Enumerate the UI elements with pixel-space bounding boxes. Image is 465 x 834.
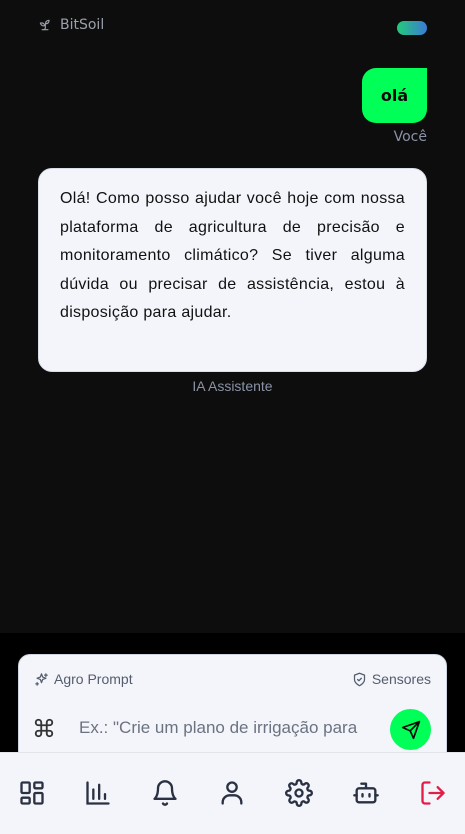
bottom-navigation <box>0 752 465 834</box>
nav-analytics[interactable] <box>83 778 113 808</box>
prompt-input[interactable] <box>79 713 369 743</box>
nav-assistant[interactable] <box>351 778 381 808</box>
brand-name: BitSoil <box>60 17 105 33</box>
send-button[interactable] <box>390 709 431 750</box>
top-bar: BitSoil <box>0 0 465 56</box>
sparkles-icon <box>35 672 48 686</box>
user-message-bubble: olá <box>362 68 427 123</box>
agro-prompt-label: Agro Prompt <box>54 671 133 687</box>
command-icon <box>34 718 54 738</box>
assistant-message-bubble: Olá! Como posso ajudar você hoje com nos… <box>38 168 427 372</box>
bot-icon <box>353 782 379 804</box>
dashboard-icon <box>20 781 44 805</box>
assistant-message-text: Olá! Como posso ajudar você hoje com nos… <box>60 190 405 321</box>
shield-check-icon <box>353 672 365 686</box>
nav-dashboard[interactable] <box>17 778 47 808</box>
nav-settings[interactable] <box>284 778 314 808</box>
sprout-icon <box>39 19 50 31</box>
user-sender-label: Você <box>393 129 427 145</box>
bell-icon <box>153 780 177 806</box>
composer: Agro Prompt Sensores <box>18 654 447 766</box>
user-icon <box>221 781 243 805</box>
sensores-chip[interactable]: Sensores <box>352 671 431 687</box>
bar-chart-icon <box>86 781 110 805</box>
logout-icon <box>421 781 445 805</box>
theme-toggle[interactable] <box>397 21 427 35</box>
sensores-label: Sensores <box>371 671 431 687</box>
nav-profile[interactable] <box>217 778 247 808</box>
nav-logout[interactable] <box>418 778 448 808</box>
assistant-sender-label: IA Assistente <box>192 378 273 394</box>
user-message-text: olá <box>380 86 409 105</box>
agro-prompt-chip[interactable]: Agro Prompt <box>34 671 133 687</box>
nav-notifications[interactable] <box>150 778 180 808</box>
brand[interactable]: BitSoil <box>38 17 104 33</box>
send-icon <box>401 720 420 739</box>
settings-icon <box>285 779 313 807</box>
